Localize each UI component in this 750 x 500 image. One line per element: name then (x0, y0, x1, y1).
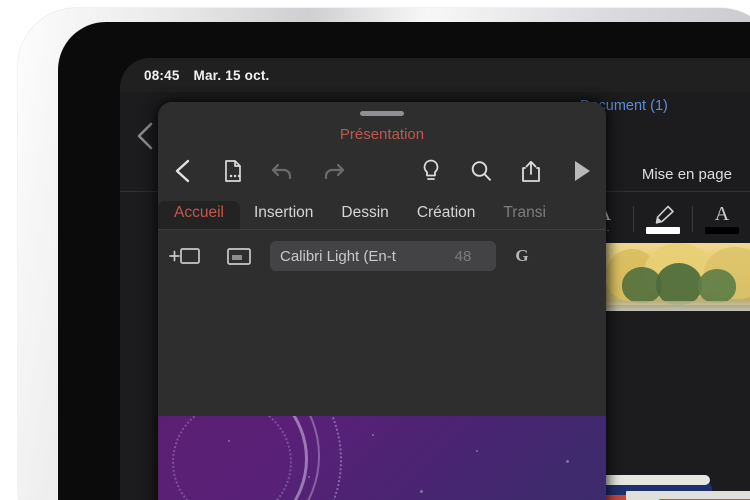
tab-accueil[interactable]: Accueil (158, 201, 240, 229)
bold-button[interactable]: G (496, 232, 548, 280)
undo-icon (271, 163, 292, 180)
back-button[interactable] (158, 148, 208, 194)
document-options-button[interactable] (208, 148, 258, 194)
document-options-icon (225, 160, 241, 182)
background-back-icon[interactable] (134, 120, 156, 152)
share-icon (522, 160, 540, 182)
new-slide-icon (169, 248, 200, 264)
popover-title: Présentation (339, 126, 425, 143)
status-bar-clock: 08:45 (144, 67, 180, 83)
search-button[interactable] (456, 148, 506, 194)
redo-icon (324, 163, 345, 180)
tab-mise-en-page[interactable]: Mise en page (642, 166, 732, 183)
status-bar-date: Mar. 15 oct. (193, 67, 270, 83)
tell-me-button[interactable] (406, 148, 456, 194)
device-bezel: 08:45 Mar. 15 oct. Document (1) Dessin M… (58, 22, 750, 500)
font-field[interactable]: Calibri Light (En-t 48 (270, 241, 496, 271)
search-icon (471, 161, 491, 181)
popover-font-toolbar: Calibri Light (En-t 48 G (158, 232, 606, 280)
play-icon (575, 161, 590, 181)
lightbulb-icon (423, 159, 439, 180)
highlighter-icon (650, 204, 676, 224)
highlighter-button[interactable] (634, 196, 692, 242)
screenshot-root: 08:45 Mar. 15 oct. Document (1) Dessin M… (0, 0, 750, 500)
slide-layout-icon (227, 248, 251, 265)
redo-button[interactable] (308, 148, 358, 194)
tab-creation[interactable]: Création (403, 201, 490, 229)
text-color-icon: A (714, 203, 730, 225)
popover-slide-area (158, 280, 606, 500)
canoes-on-lake-photo[interactable] (600, 243, 750, 500)
presentation-popover: Présentation Accueil Insertion Dessin Cr… (158, 102, 606, 500)
status-bar: 08:45 Mar. 15 oct. (120, 58, 750, 92)
ipad-device-frame: 08:45 Mar. 15 oct. Document (1) Dessin M… (18, 8, 750, 500)
font-name-input[interactable]: Calibri Light (En-t (270, 248, 430, 265)
tab-transitions[interactable]: Transi (489, 201, 560, 229)
back-icon (175, 159, 190, 183)
highlighter-color-swatch[interactable] (646, 227, 680, 234)
tab-dessin[interactable]: Dessin (327, 201, 402, 229)
popover-drag-handle[interactable] (360, 111, 404, 116)
share-button[interactable] (506, 148, 556, 194)
slide-decor-arrows (158, 416, 358, 500)
text-color-swatch[interactable] (705, 227, 739, 234)
undo-button[interactable] (258, 148, 308, 194)
text-color-button[interactable]: A (693, 196, 750, 242)
new-slide-button[interactable] (158, 232, 212, 280)
slide-layout-button[interactable] (212, 232, 266, 280)
tab-insertion[interactable]: Insertion (240, 201, 327, 229)
device-screen: 08:45 Mar. 15 oct. Document (1) Dessin M… (120, 58, 750, 500)
font-size-input[interactable]: 48 (430, 248, 496, 265)
purple-title-slide[interactable] (158, 416, 606, 500)
popover-toolbar (158, 148, 606, 194)
popover-ribbon-tabs: Accueil Insertion Dessin Création Transi (158, 194, 606, 230)
play-slideshow-button[interactable] (556, 148, 606, 194)
